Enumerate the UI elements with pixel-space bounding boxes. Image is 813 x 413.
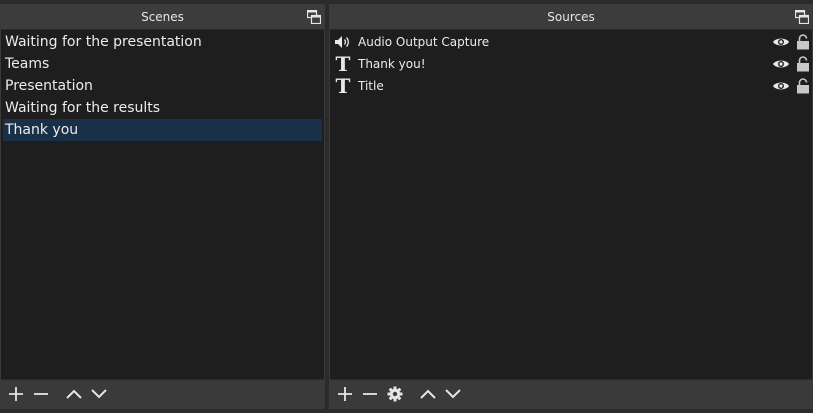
remove-source-button[interactable] [359,383,381,405]
move-scene-down-button[interactable] [88,383,110,405]
add-icon [338,387,352,401]
scene-item-selected[interactable]: Thank you [3,119,322,141]
remove-scene-button[interactable] [30,383,52,405]
scene-item[interactable]: Teams [1,53,324,75]
remove-icon [34,393,48,395]
text-icon: T [335,52,351,76]
sources-list[interactable]: Audio Output Capture T Thank you! T Titl… [330,31,812,380]
scene-item[interactable]: Waiting for the results [1,97,324,119]
scenes-toolbar [1,379,324,408]
scenes-title: Scenes [141,10,184,24]
speaker-icon [332,31,354,53]
move-scene-up-button[interactable] [63,383,85,405]
sources-toolbar [330,379,812,408]
scenes-title-bar: Scenes [1,5,324,30]
source-label: Title [358,79,384,93]
scene-item[interactable]: Presentation [1,75,324,97]
visibility-eye-icon[interactable] [772,35,790,49]
add-source-button[interactable] [334,383,356,405]
move-up-icon [66,389,82,399]
move-source-up-button[interactable] [417,383,439,405]
add-scene-button[interactable] [5,383,27,405]
unlocked-padlock-icon[interactable] [796,34,810,50]
add-icon [9,387,23,401]
float-dock-icon[interactable] [795,10,809,24]
source-label: Audio Output Capture [358,35,490,49]
remove-icon [363,393,377,395]
scenes-dock: Scenes Waiting for the presentation Team… [0,4,325,409]
text-icon: T [335,74,351,98]
visibility-eye-icon[interactable] [772,79,790,93]
sources-title-bar: Sources [330,5,812,30]
move-down-icon [445,389,461,399]
visibility-eye-icon[interactable] [772,57,790,71]
scene-item[interactable]: Waiting for the presentation [1,31,324,53]
unlocked-padlock-icon[interactable] [796,56,810,72]
sources-dock: Sources Audio Output Capture T Thank you… [329,4,813,409]
source-item[interactable]: T Title [330,75,812,97]
gear-icon [387,386,403,402]
scenes-list[interactable]: Waiting for the presentation Teams Prese… [1,31,324,380]
source-properties-button[interactable] [384,383,406,405]
sources-title: Sources [547,10,595,24]
move-up-icon [420,389,436,399]
source-label: Thank you! [358,57,426,71]
float-dock-icon[interactable] [307,10,321,24]
move-down-icon [91,389,107,399]
move-source-down-button[interactable] [442,383,464,405]
unlocked-padlock-icon[interactable] [796,78,810,94]
source-item[interactable]: Audio Output Capture [330,31,812,53]
source-item[interactable]: T Thank you! [330,53,812,75]
